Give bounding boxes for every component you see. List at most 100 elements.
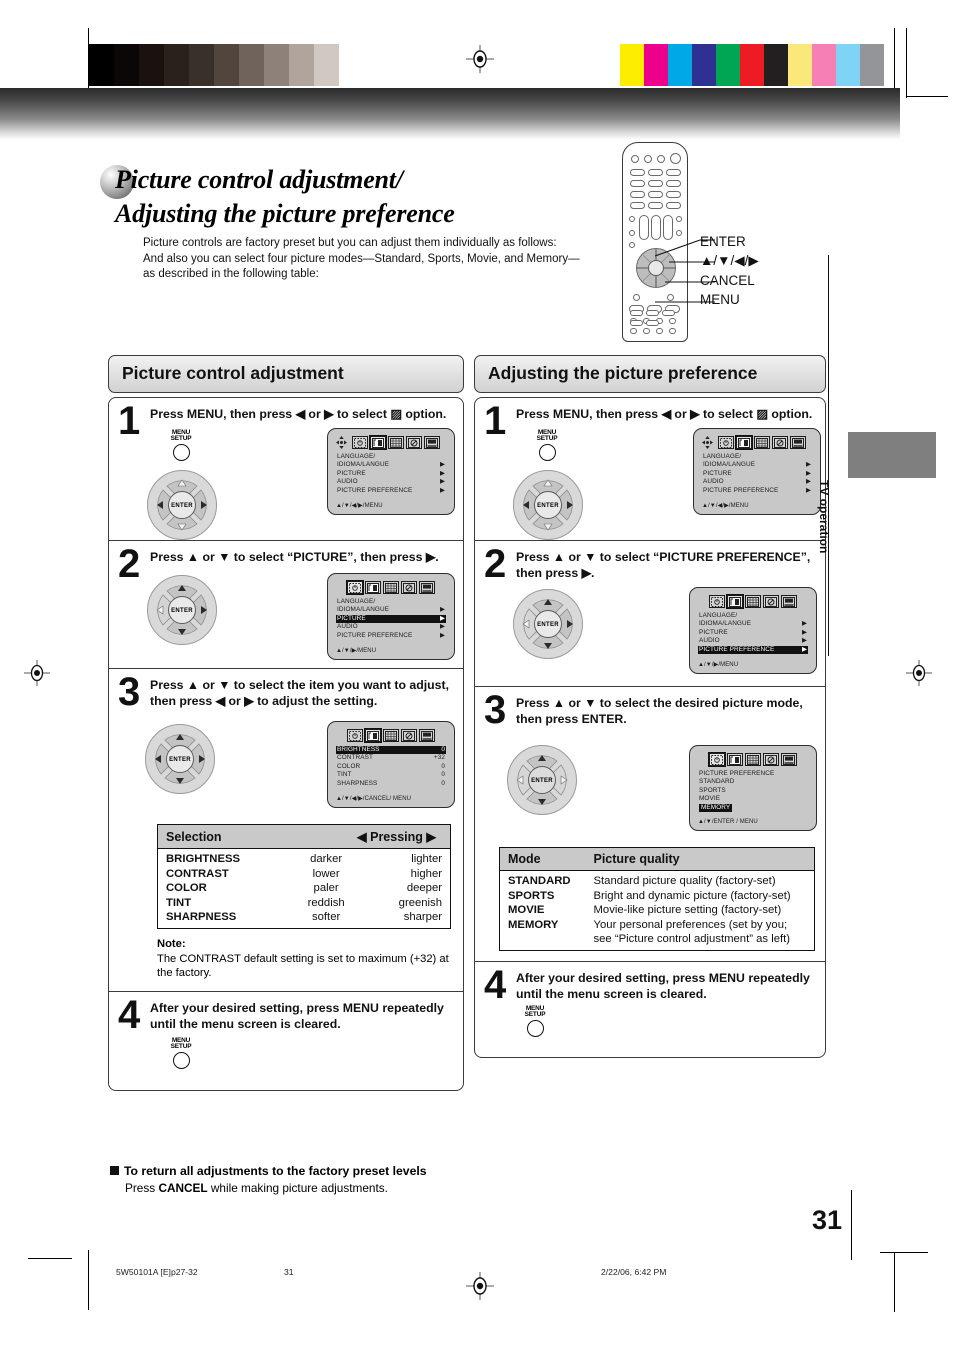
color-swatch [740, 44, 764, 86]
osd-row-label: STANDARD [699, 778, 735, 786]
compass-icon [336, 436, 347, 449]
selection-table: Selection ◀ Pressing ▶ BRIGHTNESS darker… [157, 824, 451, 929]
remote-button-round [631, 155, 639, 163]
osd-row-label: PICTURE PREFERENCE [703, 486, 779, 494]
osd-row: CONTRAST +32 [336, 754, 446, 762]
remote-button-pill [666, 180, 681, 187]
step-instruction: Press ▲ or ▼ to select “PICTURE PREFEREN… [516, 550, 811, 580]
remote-power-button [670, 153, 681, 164]
selection-table-header-right: ◀ Pressing ▶ [287, 824, 451, 849]
mode-name: SPORTS [508, 889, 555, 902]
step-number: 2 [484, 542, 507, 586]
selection-right-effect: greenish [398, 896, 442, 909]
osd-row-value: ▶ [439, 478, 445, 486]
osd-row-selected: PICTURE PREFERENCE ▶ [698, 645, 808, 655]
osd-row: LANGUAGE/ [336, 453, 446, 461]
selection-name: BRIGHTNESS [166, 853, 241, 865]
osd-row-value: 0 [441, 746, 445, 753]
osd-menu-rows: LANGUAGE/ IDIOMA/LANGUE ▶ PICTURE ▶ AUDIO ▶… [336, 598, 446, 640]
navpad-graphic: ENTER [145, 724, 215, 794]
osd-row-value: +32 [433, 754, 445, 762]
remote-button-round [629, 242, 635, 248]
osd-row: AUDIO ▶ [336, 478, 446, 486]
mode-table-header-left: Mode [499, 847, 586, 871]
osd-row: IDIOMA/LANGUE ▶ [336, 606, 446, 614]
return-note-body: Press CANCEL while making picture adjust… [125, 1180, 530, 1197]
osd-icon-bar [336, 580, 446, 595]
osd-row-value: ▶ [439, 606, 445, 614]
table-row: MOVIE Movie-like picture setting (factor… [500, 903, 815, 918]
remote-button-pill [648, 191, 663, 198]
osd-icon-picture [726, 594, 744, 609]
navpad-enter-label: ENTER [166, 745, 194, 773]
remote-button-pill [648, 169, 663, 176]
table-row: STANDARD Standard picture quality (facto… [500, 871, 815, 889]
gradient-band [0, 88, 900, 140]
navpad-enter-label: ENTER [168, 596, 196, 624]
osd-screen-step3: BRIGHTNESS 0 CONTRAST +32 COLOR 0 TINT 0 SHA… [327, 721, 455, 809]
osd-icon-bar [336, 435, 446, 450]
osd-row-selected: PICTURE ▶ [336, 614, 446, 624]
osd-icon-picture [364, 728, 382, 743]
remote-button-pill [630, 310, 643, 316]
navpad-enter-label: ENTER [534, 610, 562, 638]
selection-right-effect: lighter [411, 853, 442, 865]
osd-row: STANDARD [698, 778, 808, 786]
osd-row-label: IDIOMA/LANGUE [699, 620, 752, 628]
remote-button-round [644, 155, 652, 163]
color-swatch [788, 44, 812, 86]
selection-left-effect: darker [310, 853, 343, 865]
remote-button-pill [666, 191, 681, 198]
osd-row-value: ▶ [801, 628, 807, 636]
osd-icon-bar [698, 752, 808, 767]
left-section-header: Picture control adjustment [108, 355, 464, 393]
selection-name: SHARPNESS [166, 911, 237, 924]
return-to-factory-note: To return all adjustments to the factory… [110, 1163, 530, 1197]
right-steps-box: 1 Press MENU, then press ◀ or ▶ to selec… [474, 397, 826, 1058]
color-swatch [836, 44, 860, 86]
osd-menu-rows: LANGUAGE/ IDIOMA/LANGUE ▶ PICTURE ▶ AUDIO ▶… [336, 453, 446, 495]
footer-filename: 5W50101A [E]p27-32 [116, 1267, 198, 1277]
osd-row: MOVIE [698, 795, 808, 803]
remote-button-pill [630, 191, 645, 198]
osd-row-label: PICTURE PREFERENCE [337, 486, 413, 494]
osd-screen-step3: PICTURE PREFERENCE STANDARD SPORTS MOVIE… [689, 745, 817, 832]
navpad-graphic: ENTER [507, 745, 577, 815]
osd-icon-picture [727, 753, 743, 766]
osd-row-label: IDIOMA/LANGUE [703, 461, 756, 469]
osd-footer-hint: ▲/▼/◀/▶/CANCEL/ MENU [336, 796, 412, 803]
grayscale-swatch [139, 44, 164, 86]
osd-icon-timer [347, 729, 363, 742]
osd-menu-rows: LANGUAGE/ IDIOMA/LANGUE ▶ PICTURE ▶ AUDIO ▶… [698, 612, 808, 655]
osd-icon-timer [718, 436, 734, 449]
osd-row: LANGUAGE/ [702, 453, 812, 461]
right-section-header: Adjusting the picture preference [474, 355, 826, 393]
remote-callout-labels: ENTER ▲/▼/◀/▶ CANCEL MENU [700, 232, 900, 310]
osd-row: LANGUAGE/ [698, 612, 808, 620]
osd-row-value: 0 [441, 779, 445, 787]
menu-button-label-line2: SETUP [170, 1042, 192, 1050]
osd-icon-picture [369, 435, 387, 450]
osd-row-value: ▶ [439, 461, 445, 469]
intro-paragraph: Picture controls are factory preset but … [143, 237, 580, 280]
grayscale-swatch [289, 44, 314, 86]
remote-button-round [629, 216, 635, 222]
grayscale-swatch [114, 44, 139, 86]
osd-row: LANGUAGE/ [336, 598, 446, 606]
osd-icon-timer [346, 580, 364, 595]
grayscale-swatch [264, 44, 289, 86]
osd-row-selected: MEMORY [698, 803, 808, 813]
color-calibration-bar [620, 44, 884, 86]
osd-row-selected: BRIGHTNESS 0 [336, 746, 446, 755]
selection-left-effect: reddish [307, 896, 345, 909]
selection-table-wrap: Selection ◀ Pressing ▶ BRIGHTNESS darker… [157, 824, 451, 981]
color-swatch [692, 44, 716, 86]
grayscale-swatch [339, 44, 364, 86]
registration-target-icon [466, 45, 494, 73]
grayscale-swatch [239, 44, 264, 86]
step-instruction: Press ▲ or ▼ to select “PICTURE”, then p… [150, 550, 439, 564]
color-swatch [716, 44, 740, 86]
osd-icon-lock [401, 729, 417, 742]
right-step-4: 4 After your desired setting, press MENU… [475, 962, 825, 1057]
osd-row-label: PICTURE [337, 469, 366, 477]
